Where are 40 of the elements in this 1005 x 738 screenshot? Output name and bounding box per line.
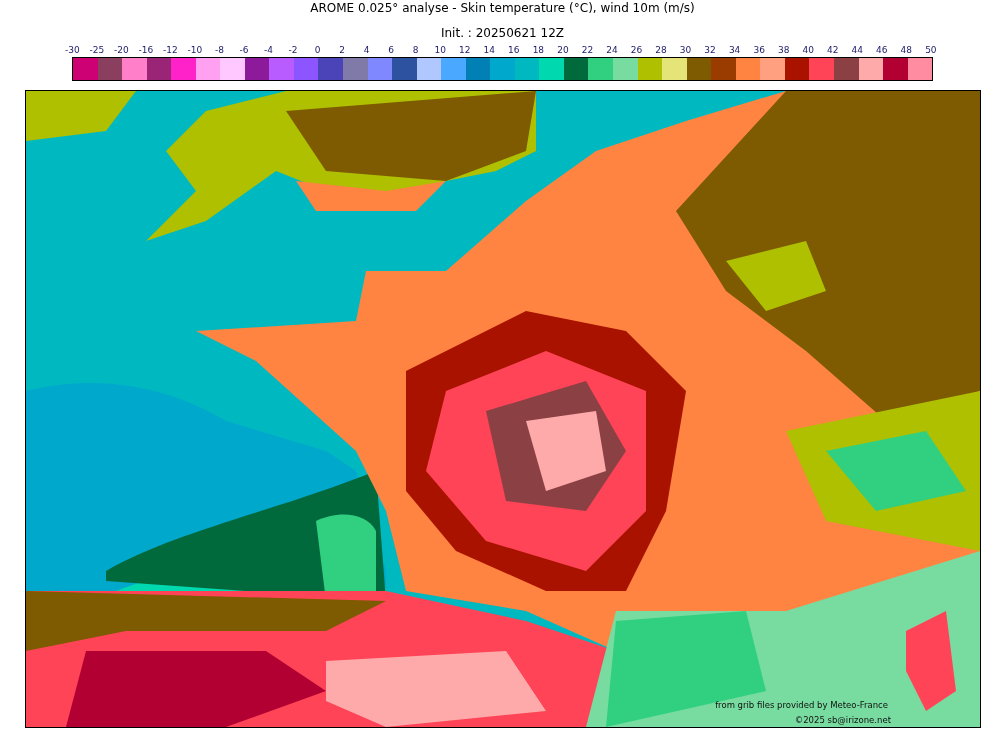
colorbar-tick-label: 32	[703, 44, 717, 57]
colorbar-tick-label: 4	[362, 44, 371, 57]
colorbar-tick-label: 40	[801, 44, 815, 57]
colorbar-tick-label: -4	[263, 44, 274, 57]
colorbar-tick-label: 6	[387, 44, 396, 57]
colorbar-tick-label: 38	[776, 44, 791, 57]
colorbar-tick-label: 0	[313, 44, 322, 57]
colorbar-tick-label: -12	[162, 44, 179, 57]
colorbar-tick-label: -6	[238, 44, 250, 57]
colorbar-tick-label: -30	[63, 44, 81, 57]
colorbar-tick-label: 30	[678, 44, 693, 57]
colorbar-tick-label: 50	[924, 44, 938, 57]
colorbar-tick-label: -25	[88, 44, 106, 57]
colorbar-tick-label: 20	[556, 44, 570, 57]
colorbar-tick-label: -8	[213, 44, 225, 57]
colorbar-tick-label: 24	[605, 44, 619, 57]
colorbar-tick-label: 48	[899, 44, 914, 57]
colorbar-tick-label: 2	[338, 44, 346, 57]
colorbar-tick-label: 8	[411, 44, 420, 57]
colorbar-tick-label: 44	[850, 44, 864, 57]
colorbar-tick-label: -2	[287, 44, 299, 57]
colorbar-tick-label: 12	[458, 44, 472, 57]
copyright-credit: ©2025 sb@irizone.net	[793, 715, 891, 725]
colorbar-tick-label: 16	[507, 44, 521, 57]
colorbar-tick-label: 10	[433, 44, 447, 57]
colorbar-tick-label: 26	[629, 44, 644, 57]
data-source-credit: from grib files provided by Meteo-France	[715, 700, 888, 710]
colorbar-tick-label: 34	[727, 44, 742, 57]
colorbar-tick-label: 18	[531, 44, 546, 57]
chart-subtitle: Init. : 20250621 12Z	[439, 25, 566, 41]
colorbar-tick-label: -16	[137, 44, 155, 57]
colorbar-tick-label: -10	[186, 44, 204, 57]
colorbar-tick-label: -20	[112, 44, 130, 57]
colorbar-tick-label: 36	[752, 44, 766, 57]
chart-title: AROME 0.025° analyse - Skin temperature (°C), wind 10m (m/s)	[309, 0, 696, 17]
colorbar-tick-label: 14	[482, 44, 496, 57]
colorbar-tick-label: 28	[654, 44, 668, 57]
colorbar-tick-label: 42	[826, 44, 840, 57]
colorbar-tick-label: 22	[580, 44, 595, 57]
colorbar-tick-label: 46	[875, 44, 889, 57]
